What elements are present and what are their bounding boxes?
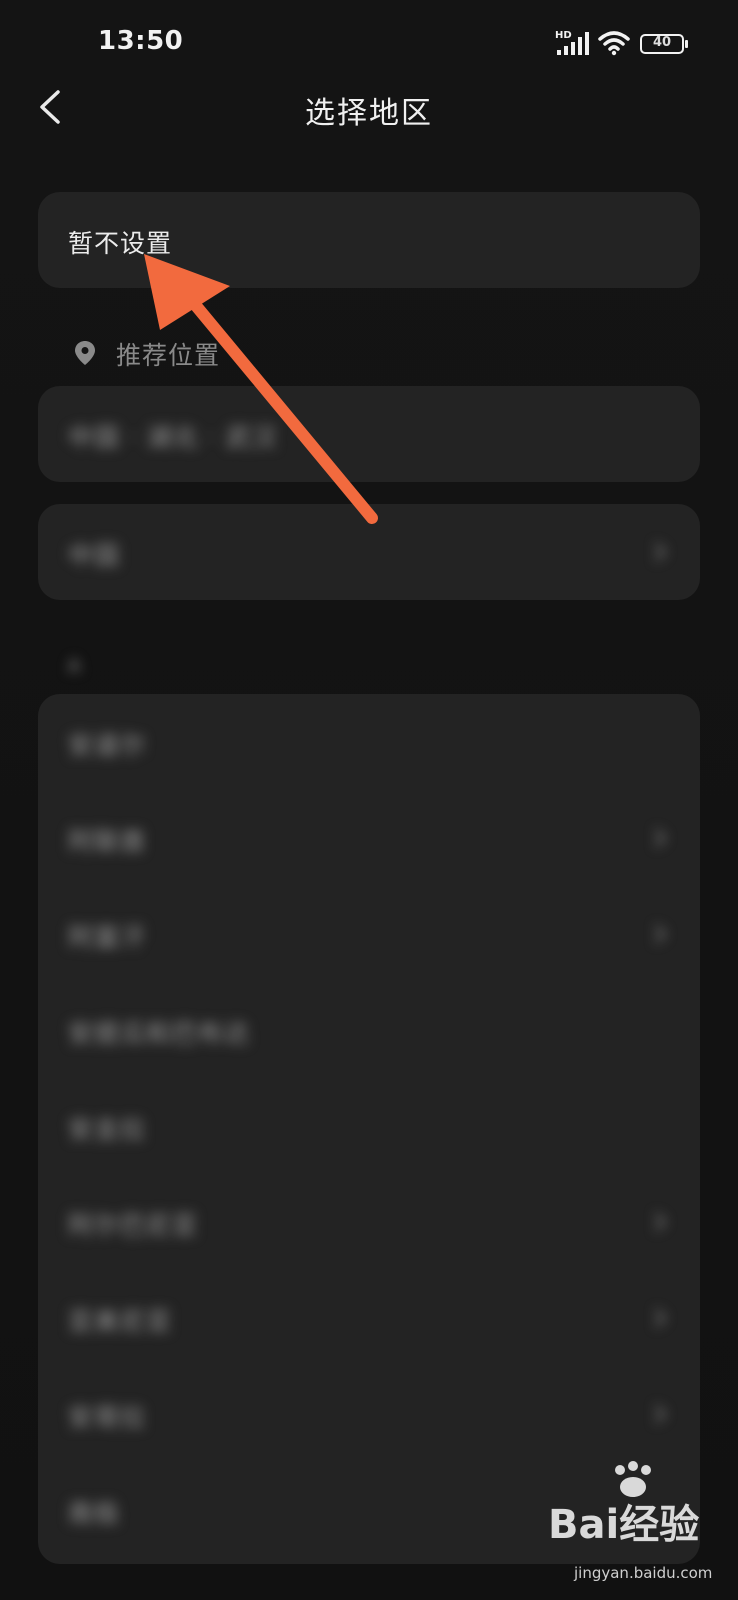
not-set-option[interactable]: 暂不设置 xyxy=(38,192,700,288)
list-item[interactable]: 阿尔巴尼亚 xyxy=(38,1174,700,1270)
watermark-url: jingyan.baidu.com xyxy=(574,1564,713,1582)
index-letter: A xyxy=(68,656,81,677)
watermark-brand-bai: Bai xyxy=(548,1502,620,1548)
country-label: 中国 xyxy=(68,541,121,570)
list-item-label: 阿联酋 xyxy=(68,827,147,856)
list-item-label: 南极 xyxy=(68,1499,121,1528)
battery-level: 40 xyxy=(652,35,672,50)
battery-icon: 40 xyxy=(640,34,684,54)
list-item[interactable]: 安提瓜和巴布达 xyxy=(38,982,700,1078)
watermark-brand-jingyan: 经验 xyxy=(619,1502,700,1548)
watermark-brand: Bai经验 xyxy=(548,1492,699,1550)
list-item-label: 阿富汗 xyxy=(68,923,147,952)
list-item[interactable]: 阿联酋 xyxy=(38,790,700,886)
list-item[interactable]: 安道尔 xyxy=(38,694,700,790)
list-item[interactable]: 安圭拉 xyxy=(38,1078,700,1174)
chevron-right-icon xyxy=(655,543,666,561)
not-set-label: 暂不设置 xyxy=(68,229,173,258)
chevron-right-icon xyxy=(655,829,666,847)
signal-icon xyxy=(557,32,589,55)
battery-cap xyxy=(685,40,688,48)
status-bar: 13:50 HD 40 xyxy=(0,0,738,90)
list-item-label: 安圭拉 xyxy=(68,1115,147,1144)
country-list: 安道尔 阿联酋 阿富汗 安提瓜和巴布达 安圭拉 阿尔巴尼亚 亚美尼亚 安哥拉 南… xyxy=(38,694,700,1564)
screen: 13:50 HD 40 选择地区 暂不设置 推荐位置 中国 · 湖北 · 武汉 … xyxy=(0,0,738,1600)
list-item-label: 亚美尼亚 xyxy=(68,1307,173,1336)
list-item-label: 安道尔 xyxy=(68,731,147,760)
page-title: 选择地区 xyxy=(305,96,433,131)
wifi-icon xyxy=(598,31,630,56)
list-item[interactable]: 亚美尼亚 xyxy=(38,1270,700,1366)
current-location-option[interactable]: 中国 · 湖北 · 武汉 xyxy=(38,386,700,482)
list-item-label: 安提瓜和巴布达 xyxy=(68,1019,251,1048)
list-item[interactable]: 安哥拉 xyxy=(38,1366,700,1462)
location-pin-icon xyxy=(75,341,95,365)
chevron-right-icon xyxy=(655,925,666,943)
list-item-label: 安哥拉 xyxy=(68,1403,147,1432)
chevron-right-icon xyxy=(655,1309,666,1327)
list-item[interactable]: 阿富汗 xyxy=(38,886,700,982)
baidu-watermark: Bai经验 jingyan.baidu.com xyxy=(548,1460,718,1590)
chevron-right-icon xyxy=(655,1405,666,1423)
list-item-label: 阿尔巴尼亚 xyxy=(68,1211,199,1240)
current-location-label: 中国 · 湖北 · 武汉 xyxy=(68,423,278,452)
recommended-section-label: 推荐位置 xyxy=(116,341,221,370)
country-option-china[interactable]: 中国 xyxy=(38,504,700,600)
chevron-right-icon xyxy=(655,1213,666,1231)
status-time: 13:50 xyxy=(98,26,184,56)
